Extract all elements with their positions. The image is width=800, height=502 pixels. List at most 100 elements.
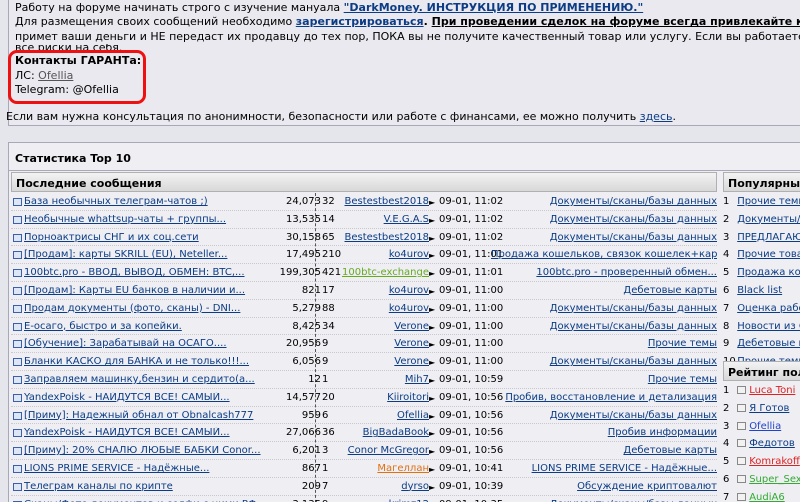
notice-guarantee-text: При проведении сделок на форуме всегда п… — [431, 15, 800, 29]
popular-topic-link[interactable]: Документы/с — [737, 214, 800, 225]
rating-user-link[interactable]: AudiA6 — [749, 492, 785, 502]
author-link[interactable]: dyrso — [401, 481, 429, 492]
forum-link[interactable]: Документы/сканы/базы данных — [550, 499, 717, 502]
table-row: Заправляем машинку,бензин и сердито(а...… — [11, 371, 717, 389]
topic-link[interactable]: [Обучение]: Зарабатывай на ОСАГО.... — [24, 338, 227, 349]
forum-link[interactable]: Обсуждение криптовалют — [577, 481, 717, 492]
author-link[interactable]: BigBadaBook — [363, 427, 429, 438]
forum-link[interactable]: Прочие темы — [648, 338, 717, 349]
topic-link[interactable]: YandexPoisk - НАЙДУТСЯ ВСЕ! САМЫЙ... — [24, 427, 230, 438]
topic-link[interactable]: 100btc.pro - ВВОД, ВЫВОД, ОБМЕН: BTC,... — [24, 267, 245, 278]
notice-line-2: Для размещения своих сообщений необходим… — [15, 15, 800, 29]
forum-link[interactable]: Документы/сканы/базы данных — [550, 356, 717, 367]
topic-link[interactable]: Необычные whattsup-чаты + группы... — [24, 214, 226, 225]
author-link[interactable]: V.E.G.A.S — [384, 214, 429, 225]
author-link[interactable]: Verone — [394, 321, 429, 332]
arrow-right-icon: ► — [429, 322, 436, 332]
author-link[interactable]: Kiiroitori — [387, 392, 429, 403]
arrow-right-icon: ► — [429, 375, 436, 385]
forum-link[interactable]: Документы/сканы/базы данных — [550, 196, 717, 207]
popular-topic-link[interactable]: ПРЕДЛАГАЮ — [737, 232, 800, 243]
popular-rank: 3 — [723, 231, 730, 243]
author-link[interactable]: ko4urov — [389, 285, 429, 296]
forum-link[interactable]: Документы/сканы/базы данных — [550, 214, 717, 225]
rating-user-link[interactable]: Федотов — [749, 438, 795, 449]
topic-link[interactable]: Продам документы (фото, сканы) - DNI... — [24, 303, 240, 314]
forum-link[interactable]: Пробив, восстановление и детализация — [505, 392, 717, 403]
table-row: YandexPoisk - НАЙДУТСЯ ВСЕ! САМЫЙ... 27,0… — [11, 424, 717, 443]
popular-topic-link[interactable]: Прочие товар — [737, 249, 800, 260]
rating-user-link[interactable]: Luca Toni — [749, 385, 795, 396]
user-icon — [737, 492, 747, 501]
rating-user-link[interactable]: Ofellia — [749, 421, 781, 432]
consult-line: Если вам нужна консультация по анонимнос… — [6, 110, 676, 123]
rating-user-link[interactable]: Super_Sex — [749, 474, 800, 485]
topic-link[interactable]: Заправляем машинку,бензин и сердито(а... — [24, 374, 255, 385]
topic-link[interactable]: Бланки КАСКО для БАНКА и не только!!!... — [24, 356, 249, 367]
forum-link[interactable]: Документы/сканы/базы данных — [550, 232, 717, 243]
rating-user-link[interactable]: Komrakoff — [749, 456, 800, 467]
forum-link[interactable]: 100btc.pro - проверенный обмен... — [536, 267, 717, 278]
forum-link[interactable]: Документы/сканы/базы данных — [550, 303, 717, 314]
register-link[interactable]: зарегистрироваться — [296, 15, 424, 28]
author-link[interactable]: 100btc-exchange — [342, 267, 429, 278]
popular-topic-link[interactable]: Продажа кош — [737, 267, 800, 278]
author-link[interactable]: ko4urov — [389, 249, 429, 260]
topic-views: 5,279 — [292, 302, 321, 314]
topic-link[interactable]: LIONS PRIME SERVICE - Надёжные... — [24, 463, 209, 474]
arrow-right-icon: ► — [429, 411, 436, 421]
topic-icon — [13, 358, 22, 367]
author-link[interactable]: Verone — [394, 356, 429, 367]
popular-topic-link[interactable]: Дебетовые ка — [737, 338, 800, 349]
topic-icon — [13, 322, 22, 331]
forum-link[interactable]: Дебетовые карты — [623, 285, 717, 296]
topic-link[interactable]: [Продам]: Карты EU банков в наличии и... — [24, 285, 245, 296]
consult-link[interactable]: здесь — [640, 110, 673, 123]
popular-topic-link[interactable]: Black list — [737, 285, 782, 296]
arrow-right-icon: ► — [429, 358, 436, 368]
rating-user-link[interactable]: Я Готов — [749, 403, 789, 414]
author-link[interactable]: Bestestbest2018 — [344, 232, 429, 243]
arrow-right-icon: ► — [429, 286, 436, 296]
forum-link[interactable]: Пробив информации — [608, 427, 717, 438]
author-link[interactable]: Mih7 — [405, 374, 429, 385]
forum-link[interactable]: Документы/сканы/базы данных — [550, 321, 717, 332]
topic-link[interactable]: Телеграм каналы по крипте — [24, 481, 173, 492]
topic-icon — [13, 482, 22, 491]
author-link[interactable]: krimz12 — [389, 499, 429, 502]
topic-views: 3,135 — [271, 499, 321, 502]
topic-link[interactable]: E-осаго, быстро и за копейки. — [24, 321, 182, 332]
author-link[interactable]: Conor McGregor — [348, 445, 429, 456]
topic-link[interactable]: [Приму]: Надежный обнал от Obnalcash777 — [24, 410, 253, 421]
topic-icon — [13, 215, 22, 224]
popular-topic-link[interactable]: Новости из С — [737, 321, 800, 332]
author-link[interactable]: Verone — [394, 338, 429, 349]
popular-item: 5 Продажа кош — [723, 264, 800, 282]
popular-item: 1 Прочие темы — [723, 193, 800, 211]
user-icon — [737, 439, 747, 448]
popular-header: Популярные т — [723, 172, 800, 192]
forum-link[interactable]: Документы/сканы/базы данных — [550, 410, 717, 421]
author-link[interactable]: Магеллан — [377, 463, 429, 474]
topic-link[interactable]: YandexPoisk - НАЙДУТСЯ ВСЕ! САМЫЙ... — [24, 392, 230, 403]
table-row: YandexPoisk - НАЙДУТСЯ ВСЕ! САМЫЙ... 14,5… — [11, 389, 717, 407]
topic-link[interactable]: Сканы/Фото документов и селфи с ними РФ.… — [24, 499, 266, 502]
topic-link[interactable]: [Приму]: 20% СНАЛЮ ЛЮБЫЕ БАБКИ Conor... — [24, 445, 261, 456]
author-link[interactable]: Bestestbest2018 — [344, 196, 429, 207]
author-link[interactable]: Ofellia — [397, 410, 429, 421]
popular-topic-link[interactable]: Прочие темы — [737, 196, 800, 207]
popular-topic-link[interactable]: Оценка рабо — [737, 303, 800, 314]
forum-link[interactable]: Прочие темы — [648, 374, 717, 385]
forum-link[interactable]: Продажа кошельков, связок кошелек+карта — [491, 249, 717, 260]
topic-link[interactable]: База необычных телеграм-чатов ;) — [24, 196, 208, 207]
rating-item: 1 Luca Toni — [723, 382, 800, 400]
manual-link[interactable]: "DarkMoney. ИНСТРУКЦИЯ ПО ПРИМЕНЕНИЮ." — [344, 1, 644, 14]
topic-link[interactable]: [Продам]: карты SKRILL (EU), Neteller... — [24, 249, 227, 260]
author-link[interactable]: ko4urov — [389, 303, 429, 314]
forum-link[interactable]: LIONS PRIME SERVICE - Надёжные... — [532, 463, 717, 474]
rating-item: 6 Super_Sex — [723, 471, 800, 489]
topic-link[interactable]: Порноактрисы СНГ и их соц.сети — [24, 232, 199, 243]
arrow-right-icon: ► — [429, 447, 436, 457]
arrow-right-icon: ► — [429, 251, 436, 261]
forum-link[interactable]: Дебетовые карты — [623, 445, 717, 456]
